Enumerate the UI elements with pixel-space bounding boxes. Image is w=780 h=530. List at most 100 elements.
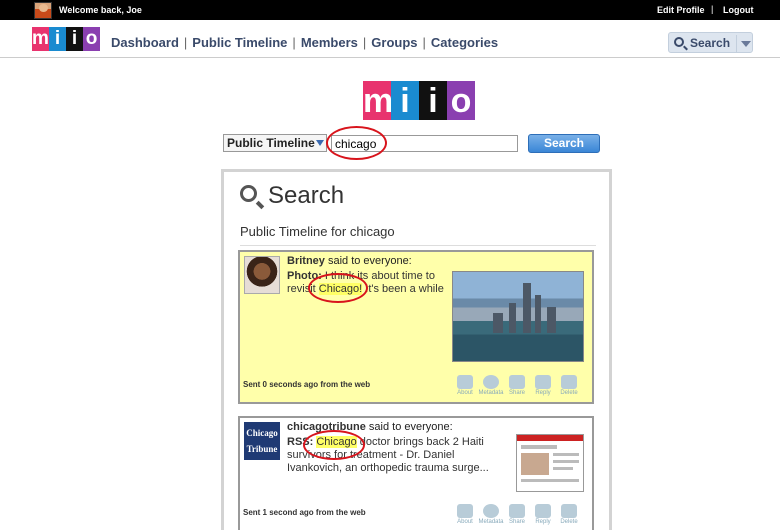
info-icon <box>483 375 499 389</box>
logo-letter: o <box>83 27 100 51</box>
photo-detail <box>547 307 556 333</box>
search-submit-button[interactable]: Search <box>528 134 600 153</box>
reply-action[interactable]: Reply <box>530 504 556 525</box>
share-icon <box>509 375 525 389</box>
delete-action[interactable]: Delete <box>556 375 582 396</box>
annotation-circle <box>326 126 387 160</box>
post-item[interactable]: Chicago Tribune chicagotribune said to e… <box>238 416 594 530</box>
search-icon <box>674 37 684 47</box>
divider <box>240 245 596 246</box>
post-actions: About Metadata Share Reply Delete <box>452 504 582 525</box>
post-said: said to everyone: <box>368 421 453 433</box>
delete-action[interactable]: Delete <box>556 504 582 525</box>
nav-links: Dashboard | Public Timeline | Members | Groups… <box>111 35 498 50</box>
post-author[interactable]: Britney <box>287 255 325 267</box>
thumbnail-detail <box>521 479 579 482</box>
logo-letter: i <box>419 81 447 120</box>
logout-link[interactable]: Logout <box>723 5 754 15</box>
post-timestamp: Sent 1 second ago from the web <box>243 508 366 517</box>
nav-divider: | <box>422 35 426 50</box>
trash-icon <box>561 375 577 389</box>
small-logo[interactable]: miio <box>32 27 100 51</box>
post-timestamp: Sent 0 seconds ago from the web <box>243 380 371 389</box>
metadata-action[interactable]: Metadata <box>478 375 504 396</box>
trash-icon <box>561 504 577 518</box>
nav-divider: | <box>362 35 367 50</box>
action-label: Reply <box>535 519 551 525</box>
search-icon <box>240 185 257 202</box>
info-icon <box>483 504 499 518</box>
reply-icon <box>535 504 551 518</box>
action-label: Reply <box>535 390 551 396</box>
annotation-circle <box>308 273 368 303</box>
action-label: Metadata <box>478 390 504 396</box>
scope-select[interactable]: Public Timeline <box>223 134 327 152</box>
results-heading: Public Timeline for chicago <box>240 224 395 239</box>
post-said: said to everyone: <box>327 255 412 267</box>
nav-search-button[interactable]: Search <box>668 32 753 53</box>
post-photo[interactable] <box>452 271 584 362</box>
post-author-line: chicagotribune said to everyone: <box>287 421 453 433</box>
photo-detail <box>493 313 503 333</box>
welcome-text: Welcome back, Joe <box>59 5 142 15</box>
action-label: Share <box>508 519 525 525</box>
user-avatar[interactable] <box>34 2 52 19</box>
chevron-down-icon[interactable] <box>736 35 753 52</box>
logo-letter: m <box>32 27 49 51</box>
logo-letter: i <box>49 27 66 51</box>
nav-dashboard[interactable]: Dashboard <box>111 35 179 50</box>
thumbnail-detail <box>517 435 583 441</box>
post-text-after: It's been a while <box>365 283 444 295</box>
action-label: About <box>457 519 473 525</box>
main-nav: miio Dashboard | Public Timeline | Members | G… <box>0 20 780 58</box>
search-results-panel: Search Public Timeline for chicago Britn… <box>221 169 612 530</box>
nav-public-timeline[interactable]: Public Timeline <box>192 35 287 50</box>
chevron-down-icon <box>316 140 324 146</box>
action-label: Share <box>508 390 525 396</box>
nav-divider: | <box>183 35 188 50</box>
metadata-action[interactable]: Metadata <box>478 504 504 525</box>
action-label: Delete <box>560 390 578 396</box>
top-bar: Welcome back, Joe Edit Profile | Logout <box>0 0 780 20</box>
share-icon <box>509 504 525 518</box>
nav-divider: | <box>292 35 296 50</box>
about-action[interactable]: About <box>452 504 478 525</box>
briefcase-icon <box>457 375 473 389</box>
post-thumbnail[interactable] <box>516 434 584 492</box>
photo-detail <box>535 295 541 333</box>
topbar-separator: | <box>711 4 714 14</box>
nav-groups[interactable]: Groups <box>371 35 417 50</box>
nav-categories[interactable]: Categories <box>431 35 498 50</box>
thumbnail-detail <box>521 453 549 475</box>
thumbnail-detail <box>553 460 579 463</box>
about-action[interactable]: About <box>452 375 478 396</box>
panel-title-text: Search <box>268 182 345 209</box>
avatar[interactable] <box>244 256 280 294</box>
post-item[interactable]: Britney said to everyone: Photo: I think… <box>238 250 594 404</box>
share-action[interactable]: Share <box>504 504 530 525</box>
thumbnail-detail <box>553 467 573 470</box>
nav-search-label: Search <box>690 36 731 50</box>
scope-select-value: Public Timeline <box>227 136 315 150</box>
briefcase-icon <box>457 504 473 518</box>
post-author-line: Britney said to everyone: <box>287 255 412 267</box>
reply-icon <box>535 375 551 389</box>
nav-members[interactable]: Members <box>301 35 358 50</box>
action-label: Metadata <box>478 519 504 525</box>
avatar-text: Chicago <box>246 428 278 438</box>
logo-letter: m <box>363 81 394 120</box>
avatar[interactable]: Chicago Tribune <box>244 422 280 460</box>
avatar-text: Tribune <box>246 444 278 454</box>
main-logo: miio <box>363 81 475 120</box>
annotation-circle <box>303 430 365 460</box>
thumbnail-detail <box>521 445 557 449</box>
photo-detail <box>523 283 531 333</box>
logo-letter: i <box>391 81 419 120</box>
logo-letter: o <box>447 81 475 120</box>
post-actions: About Metadata Share Reply Delete <box>452 375 582 396</box>
logo-letter: i <box>66 27 83 51</box>
share-action[interactable]: Share <box>504 375 530 396</box>
reply-action[interactable]: Reply <box>530 375 556 396</box>
action-label: Delete <box>560 519 578 525</box>
edit-profile-link[interactable]: Edit Profile <box>657 5 705 15</box>
